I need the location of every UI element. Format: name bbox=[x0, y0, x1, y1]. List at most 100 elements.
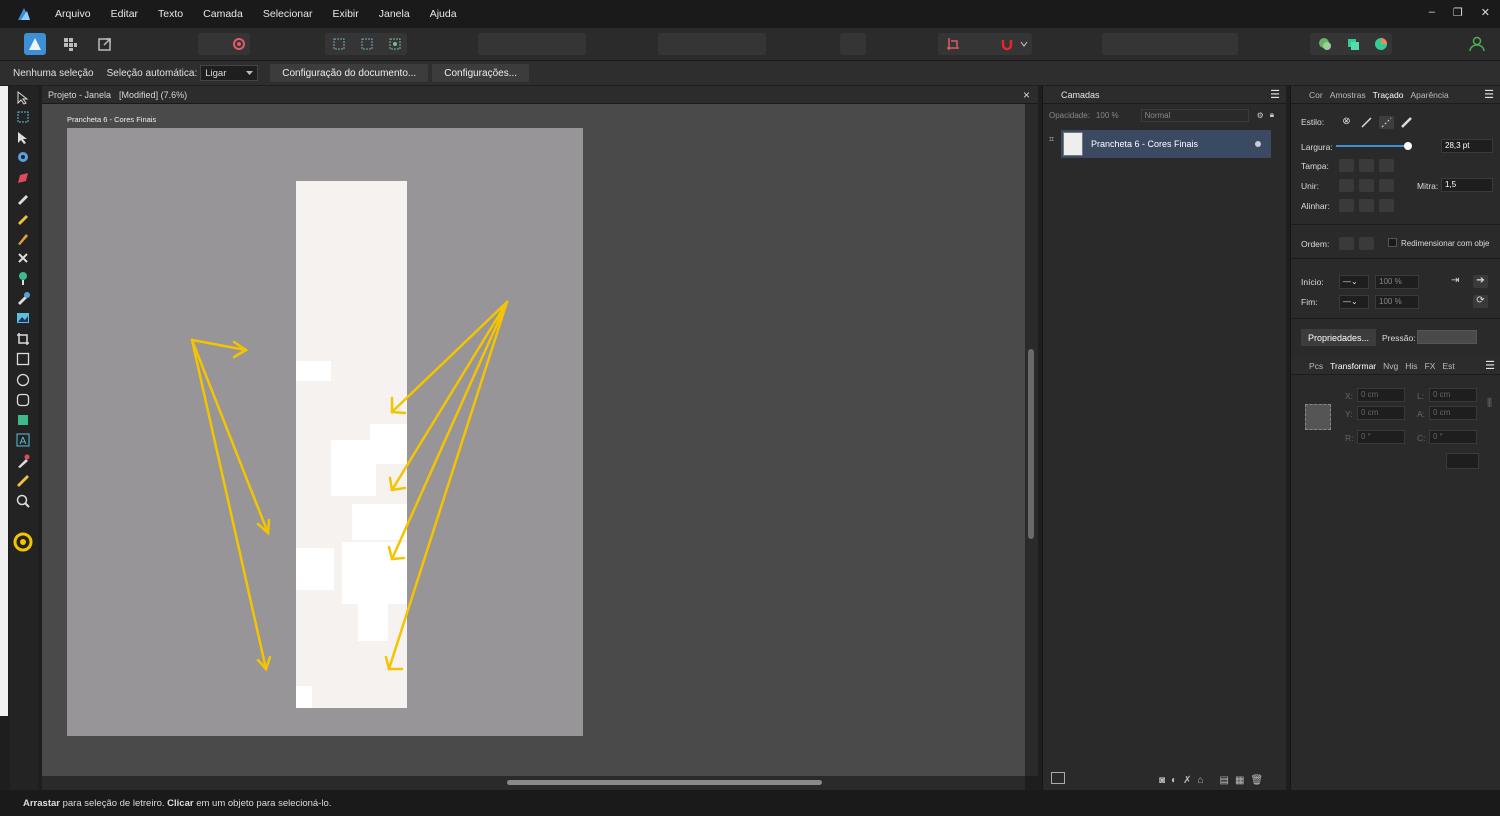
width-slider-track[interactable] bbox=[1336, 145, 1409, 147]
lock-icon[interactable]: 🔒︎ bbox=[1270, 110, 1274, 120]
panel-menu-icon[interactable]: ☰ bbox=[1484, 88, 1494, 101]
menu-janela[interactable]: Janela bbox=[379, 8, 410, 20]
height-transform-field[interactable]: 0 cm bbox=[1429, 406, 1477, 420]
zoom-tool-icon[interactable] bbox=[15, 493, 31, 509]
brush-stroke-icon[interactable] bbox=[1399, 116, 1414, 129]
menu-ajuda[interactable]: Ajuda bbox=[430, 8, 457, 20]
layer-copy-icon[interactable] bbox=[1051, 772, 1065, 784]
shear-field[interactable]: 0 ° bbox=[1429, 430, 1477, 444]
color-swatch-icon[interactable] bbox=[13, 532, 33, 552]
delete-layer-icon[interactable]: 🗑︎ bbox=[1250, 775, 1263, 786]
vector-brush-tool-icon[interactable] bbox=[15, 210, 31, 226]
horizontal-scrollbar[interactable] bbox=[42, 776, 1025, 790]
tab-his[interactable]: His bbox=[1405, 361, 1417, 371]
square-cap-icon[interactable] bbox=[1379, 159, 1394, 172]
preferences-button[interactable]: Configurações... bbox=[432, 64, 530, 82]
align-inside-icon[interactable] bbox=[1359, 199, 1374, 212]
tab-pcs[interactable]: Pcs bbox=[1309, 361, 1323, 371]
blend-mode-select[interactable]: Normal bbox=[1140, 108, 1249, 122]
tab-fx[interactable]: FX bbox=[1425, 361, 1436, 371]
eyedropper-tool-icon[interactable] bbox=[15, 453, 31, 469]
properties-button[interactable]: Propriedades... bbox=[1301, 329, 1377, 346]
tab-aparencia[interactable]: Aparência bbox=[1410, 90, 1448, 100]
arrow-extend-icon[interactable]: ➔ bbox=[1473, 275, 1488, 288]
tab-transformar[interactable]: Transformar bbox=[1330, 361, 1376, 371]
bevel-join-icon[interactable] bbox=[1379, 179, 1394, 192]
color-wheel-icon[interactable] bbox=[1370, 33, 1392, 55]
aspect-lock-icon[interactable]: ⫴ bbox=[1487, 396, 1492, 411]
arrow-align-icon[interactable]: ⇥ bbox=[1451, 275, 1466, 288]
y-field[interactable]: 0 cm bbox=[1357, 406, 1405, 420]
end-arrowhead-select[interactable]: —⌄ bbox=[1339, 295, 1369, 309]
pressure-graph[interactable] bbox=[1417, 330, 1477, 344]
fill-tool-icon[interactable] bbox=[15, 250, 31, 266]
isolate-icon[interactable] bbox=[384, 33, 406, 55]
vertical-scrollbar[interactable] bbox=[1025, 104, 1038, 776]
transparency-tool-icon[interactable] bbox=[15, 270, 31, 286]
miter-join-icon[interactable] bbox=[1339, 179, 1354, 192]
affinity-logo-icon[interactable] bbox=[15, 5, 33, 23]
export-persona-icon[interactable] bbox=[94, 33, 116, 55]
tab-cor[interactable]: Cor bbox=[1309, 90, 1323, 100]
color-picker-tool-icon[interactable] bbox=[15, 290, 31, 306]
chat-teal-icon[interactable] bbox=[1342, 33, 1364, 55]
width-slider-thumb[interactable] bbox=[1403, 142, 1412, 150]
document-setup-button[interactable]: Configuração do documento... bbox=[270, 64, 429, 82]
pixel-layer-icon[interactable]: ▦ bbox=[1235, 775, 1244, 786]
butt-cap-icon[interactable] bbox=[1339, 159, 1354, 172]
move-tool-icon[interactable] bbox=[15, 90, 31, 106]
minimize-button[interactable]: – bbox=[1429, 6, 1435, 19]
rectangle-tool-icon[interactable] bbox=[15, 351, 31, 367]
swap-arrows-icon[interactable]: ⟳ bbox=[1473, 295, 1488, 308]
outline-view-icon[interactable] bbox=[356, 33, 378, 55]
end-scale-field[interactable]: 100 % bbox=[1375, 295, 1419, 309]
layer-settings-gear-icon[interactable]: ⚙ bbox=[1257, 111, 1264, 120]
add-layer-icon[interactable]: ▤ bbox=[1220, 775, 1229, 786]
panel-menu-icon[interactable]: ☰ bbox=[1485, 359, 1495, 372]
rotation-field[interactable]: 0 ° bbox=[1357, 430, 1405, 444]
transform-origin-select[interactable] bbox=[1446, 453, 1479, 469]
group-icon[interactable]: ⌂ bbox=[1197, 775, 1203, 786]
anchor-selector-icon[interactable] bbox=[1305, 404, 1331, 430]
pen-tool-icon[interactable] bbox=[15, 170, 31, 186]
menu-exibir[interactable]: Exibir bbox=[332, 8, 358, 20]
width-value-field[interactable]: 28,3 pt bbox=[1441, 139, 1493, 153]
stroke-behind-icon[interactable] bbox=[1339, 237, 1354, 250]
snapping-magnet-icon[interactable] bbox=[996, 33, 1018, 55]
miter-value-field[interactable]: 1,5 bbox=[1441, 178, 1493, 192]
solid-line-icon[interactable] bbox=[1359, 116, 1374, 129]
vertical-scroll-thumb[interactable] bbox=[1028, 349, 1034, 539]
tab-amostras[interactable]: Amostras bbox=[1330, 90, 1366, 100]
designer-persona-icon[interactable] bbox=[24, 33, 46, 55]
chat-green-icon[interactable] bbox=[1314, 33, 1336, 55]
maximize-button[interactable]: ❐ bbox=[1453, 6, 1463, 19]
tab-tracado[interactable]: Traçado bbox=[1373, 90, 1404, 100]
rounded-rect-tool-icon[interactable] bbox=[15, 392, 31, 408]
panel-menu-icon[interactable]: ☰ bbox=[1270, 88, 1280, 101]
shape-tool-icon[interactable] bbox=[15, 412, 31, 428]
no-stroke-icon[interactable]: ⊗ bbox=[1339, 116, 1354, 129]
layer-row-selected[interactable]: Prancheta 6 - Cores Finais bbox=[1061, 130, 1271, 158]
place-image-tool-icon[interactable] bbox=[15, 310, 31, 326]
settings-gear-icon[interactable] bbox=[228, 33, 250, 55]
x-field[interactable]: 0 cm bbox=[1357, 388, 1405, 402]
resize-checkbox[interactable] bbox=[1388, 238, 1397, 247]
align-outside-icon[interactable] bbox=[1379, 199, 1394, 212]
width-transform-field[interactable]: 0 cm bbox=[1429, 388, 1477, 402]
corner-tool-icon[interactable] bbox=[15, 149, 31, 165]
paint-brush-tool-icon[interactable] bbox=[15, 230, 31, 246]
menu-camada[interactable]: Camada bbox=[203, 8, 243, 20]
menu-texto[interactable]: Texto bbox=[158, 8, 183, 20]
round-cap-icon[interactable] bbox=[1359, 159, 1374, 172]
mask-icon[interactable]: ◙ bbox=[1159, 775, 1165, 786]
auto-select-dropdown[interactable]: Ligar bbox=[200, 65, 259, 81]
snapping-dropdown-icon[interactable] bbox=[1018, 33, 1030, 55]
crop-tool-icon[interactable] bbox=[15, 331, 31, 347]
horizontal-scroll-thumb[interactable] bbox=[507, 780, 822, 785]
opacity-value[interactable]: 100 % bbox=[1096, 111, 1119, 120]
snapping-grid-icon[interactable] bbox=[942, 33, 964, 55]
visibility-dot-icon[interactable] bbox=[1255, 141, 1261, 147]
adjustment-icon[interactable]: ◐ bbox=[1171, 775, 1177, 786]
layers-title[interactable]: Camadas bbox=[1061, 90, 1100, 100]
measure-tool-icon[interactable] bbox=[15, 473, 31, 489]
